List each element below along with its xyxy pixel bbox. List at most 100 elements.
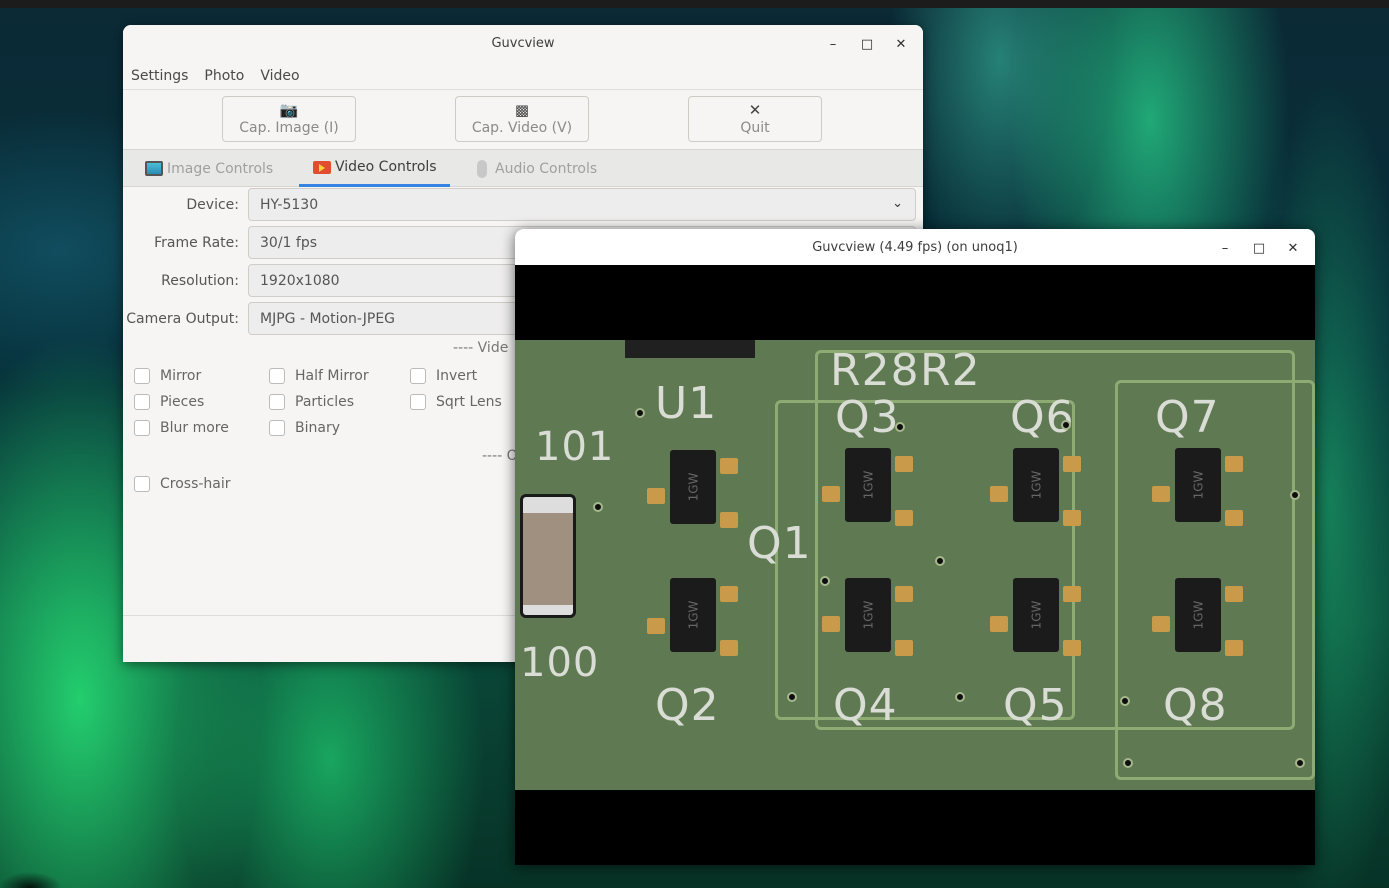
checkbox-invert[interactable]: Invert: [410, 368, 477, 384]
minimize-icon: –: [1221, 240, 1229, 256]
cap-image-button[interactable]: 📷 Cap. Image (I): [222, 96, 356, 142]
pcb-via: [635, 408, 645, 418]
menubar: Settings Photo Video: [123, 62, 923, 90]
solder-pad: [1225, 586, 1243, 602]
solder-pad: [1063, 510, 1081, 526]
checkbox-mirror[interactable]: Mirror: [134, 368, 201, 384]
cap-video-button[interactable]: ▩ Cap. Video (V): [455, 96, 589, 142]
video-camera-icon: ▩: [514, 101, 530, 119]
transistor-chip: 1GW: [1175, 578, 1221, 652]
pcb-label: Q7: [1155, 392, 1220, 443]
checkbox-binary[interactable]: Binary: [269, 420, 340, 436]
camera-output-value: MJPG - Motion-JPEG: [260, 310, 396, 327]
top-panel: [0, 0, 1389, 8]
tree-silhouette: [0, 858, 70, 888]
checkbox-box: [269, 368, 285, 384]
checkbox-box: [269, 394, 285, 410]
minimize-button[interactable]: –: [1213, 237, 1237, 259]
checkbox-blur-more[interactable]: Blur more: [134, 420, 229, 436]
checkbox-label: Blur more: [160, 420, 229, 436]
solder-pad: [1225, 456, 1243, 472]
transistor-chip: 1GW: [1013, 578, 1059, 652]
chip-marking: 1GW: [1029, 600, 1043, 630]
close-icon: ✕: [1287, 240, 1299, 256]
chip-marking: 1GW: [1029, 470, 1043, 500]
quit-button[interactable]: ✕ Quit: [688, 96, 822, 142]
device-combo[interactable]: HY-5130 ⌄: [248, 188, 916, 221]
checkbox-pieces[interactable]: Pieces: [134, 394, 204, 410]
checkbox-box: [269, 420, 285, 436]
tab-image-controls[interactable]: Image Controls: [145, 150, 273, 187]
solder-pad: [895, 640, 913, 656]
pcb-via: [895, 422, 905, 432]
pcb-via: [593, 502, 603, 512]
solder-pad: [1225, 510, 1243, 526]
pcb-label: Q5: [1003, 680, 1068, 731]
quit-label: Quit: [740, 120, 770, 136]
checkbox-label: Cross-hair: [160, 476, 231, 492]
pcb-label: 101: [535, 424, 615, 470]
guvcview-preview-window: Guvcview (4.49 fps) (on unoq1) – □ ✕ U1 …: [515, 229, 1315, 865]
solder-pad: [990, 486, 1008, 502]
close-button[interactable]: ✕: [889, 33, 913, 55]
device-value: HY-5130: [260, 196, 319, 213]
checkbox-label: Pieces: [160, 394, 205, 410]
window-title: Guvcview: [491, 36, 555, 51]
solder-pad: [990, 616, 1008, 632]
menu-photo[interactable]: Photo: [204, 68, 244, 84]
checkbox-half-mirror[interactable]: Half Mirror: [269, 368, 369, 384]
minimize-icon: –: [829, 36, 837, 52]
main-titlebar[interactable]: Guvcview – □ ✕: [123, 25, 923, 62]
solder-pad: [1063, 586, 1081, 602]
tab-audio-label: Audio Controls: [495, 160, 598, 177]
tab-video-controls[interactable]: Video Controls: [299, 150, 450, 187]
pcb-label: Q1: [747, 518, 812, 569]
tab-audio-controls[interactable]: Audio Controls: [477, 150, 597, 187]
minimize-button[interactable]: –: [821, 33, 845, 55]
checkbox-cross-hair[interactable]: Cross-hair: [134, 476, 231, 492]
transistor-chip: 1GW: [670, 450, 716, 524]
checkbox-box: [410, 394, 426, 410]
chip-marking: 1GW: [1191, 470, 1205, 500]
pcb-via: [1061, 420, 1071, 430]
solder-pad: [720, 640, 738, 656]
frame-rate-value: 30/1 fps: [260, 234, 317, 251]
pcb-via: [955, 692, 965, 702]
menu-settings[interactable]: Settings: [131, 68, 188, 84]
frame-rate-label: Frame Rate:: [154, 235, 239, 251]
pcb-label: R2: [920, 345, 981, 396]
chip-marking: 1GW: [1191, 600, 1205, 630]
pcb-capacitor: [520, 494, 576, 618]
close-button[interactable]: ✕: [1281, 237, 1305, 259]
chip-marking: 1GW: [861, 600, 875, 630]
checkbox-label: Mirror: [160, 368, 202, 384]
camera-video-feed[interactable]: U1 R28 R2 Q3 Q6 Q7 Q1 Q2 Q4 Q5 Q8 101 10…: [515, 340, 1315, 790]
menu-video[interactable]: Video: [260, 68, 299, 84]
resolution-value: 1920x1080: [260, 272, 340, 289]
quit-x-icon: ✕: [748, 101, 762, 119]
transistor-chip: 1GW: [845, 578, 891, 652]
maximize-button[interactable]: □: [1247, 237, 1271, 259]
pcb-via: [820, 576, 830, 586]
preview-titlebar[interactable]: Guvcview (4.49 fps) (on unoq1) – □ ✕: [515, 229, 1315, 265]
checkbox-particles[interactable]: Particles: [269, 394, 354, 410]
checkbox-label: Binary: [295, 420, 340, 436]
camera-icon: 📷: [279, 101, 299, 119]
chip-marking: 1GW: [861, 470, 875, 500]
checkbox-box: [134, 420, 150, 436]
solder-pad: [822, 486, 840, 502]
solder-pad: [1063, 640, 1081, 656]
pcb-label: Q3: [835, 392, 900, 443]
checkbox-sqrt-lens[interactable]: Sqrt Lens: [410, 394, 502, 410]
tab-image-label: Image Controls: [167, 160, 274, 177]
maximize-button[interactable]: □: [855, 33, 879, 55]
checkbox-label: Invert: [436, 368, 478, 384]
checkbox-label: Particles: [295, 394, 355, 410]
video-icon: [313, 160, 331, 174]
device-row: Device:: [123, 189, 243, 221]
pcb-via: [935, 556, 945, 566]
checkbox-label: Sqrt Lens: [436, 394, 502, 410]
cap-image-label: Cap. Image (I): [239, 120, 339, 136]
transistor-chip: 1GW: [1013, 448, 1059, 522]
pcb-label: U1: [655, 378, 718, 429]
